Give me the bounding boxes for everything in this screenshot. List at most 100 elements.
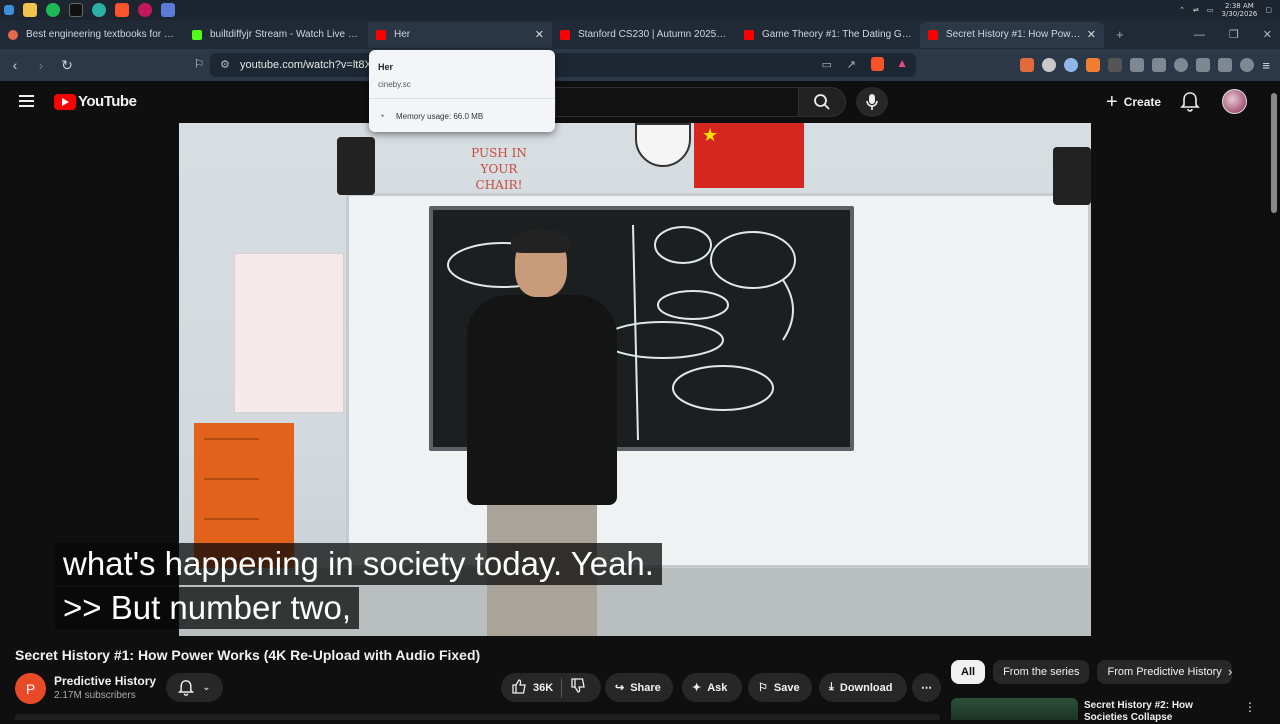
forward-icon[interactable]: › — [30, 57, 52, 73]
network-icon[interactable]: ⇌ — [1193, 6, 1199, 14]
search-button[interactable] — [798, 87, 846, 117]
clock-time: 2:38 AM — [1225, 2, 1254, 10]
spotify-icon[interactable] — [46, 3, 60, 17]
site-info-icon[interactable]: ⚙ — [220, 58, 230, 71]
screen-icon[interactable]: ▭ — [822, 58, 832, 71]
minimize-icon[interactable]: — — [1194, 29, 1205, 41]
close-tab-icon[interactable]: ✕ — [535, 28, 544, 41]
restore-icon[interactable]: ❐ — [1229, 28, 1239, 41]
dislike-button[interactable] — [570, 678, 586, 697]
leo-icon[interactable] — [1218, 58, 1233, 72]
search-input[interactable] — [555, 87, 798, 117]
channel-avatar[interactable]: P — [15, 673, 46, 704]
tab-favicon-icon — [8, 29, 18, 40]
download-button[interactable]: ⤓ Download — [819, 673, 907, 702]
music-icon[interactable] — [1174, 58, 1189, 72]
more-vertical-icon[interactable]: ⋮ — [1244, 700, 1256, 714]
channel-name[interactable]: Predictive History — [54, 674, 156, 688]
app-icon-3[interactable] — [161, 3, 175, 17]
bell-icon — [178, 679, 195, 696]
bookmark-icon[interactable]: ⚐ — [188, 57, 210, 71]
download-icon: ⤓ — [829, 681, 834, 693]
close-window-icon[interactable]: ✕ — [1263, 28, 1272, 41]
divider — [561, 677, 563, 698]
ask-button[interactable]: ✦ Ask — [682, 673, 742, 702]
extension-icon-5[interactable] — [1108, 58, 1123, 72]
chip-all[interactable]: All — [951, 660, 986, 684]
vpn-icon[interactable] — [1240, 58, 1255, 72]
more-actions-button[interactable]: ⋯ — [912, 673, 941, 702]
caption-line-1: what's happening in society today. Yeah. — [55, 543, 662, 585]
save-button[interactable]: ⚐ Save — [748, 673, 812, 702]
system-clock[interactable]: 2:38 AM 3/30/2026 — [1221, 2, 1257, 18]
voice-search-button[interactable] — [856, 87, 888, 117]
recommended-title[interactable]: Secret History #2: How Societies Collaps… — [1084, 700, 1224, 724]
sidebar-icon[interactable] — [1152, 58, 1167, 72]
notification-icon[interactable]: ▢ — [1265, 6, 1272, 14]
extension-icon-3[interactable] — [1064, 58, 1079, 72]
extension-icon-2[interactable] — [1042, 58, 1057, 72]
youtube-logo[interactable]: YouTube — [54, 93, 137, 110]
windows-start-icon[interactable] — [4, 5, 14, 15]
app-icon-2[interactable] — [138, 3, 152, 17]
system-tray: ⌃ ⇌ ▭ 2:38 AM 3/30/2026 ▢ — [1179, 0, 1272, 20]
tab-textbooks[interactable]: Best engineering textbooks for pract — [0, 22, 184, 48]
chevron-right-icon[interactable]: › — [1228, 664, 1232, 679]
user-avatar[interactable] — [1222, 89, 1247, 114]
brave-icon[interactable] — [115, 3, 129, 17]
share-button[interactable]: ↪ Share — [605, 673, 673, 702]
notifications-button[interactable] — [1180, 91, 1200, 118]
new-tab-icon[interactable]: + — [1116, 27, 1124, 42]
menu-icon[interactable]: ≡ — [1262, 58, 1270, 73]
like-count[interactable]: 36K — [533, 682, 553, 694]
app-icon[interactable] — [69, 3, 83, 17]
clock-date: 3/30/2026 — [1221, 10, 1258, 18]
tab-her[interactable]: Her ✕ — [368, 21, 552, 48]
share-label: Share — [630, 681, 661, 694]
video-captions: what's happening in society today. Yeah.… — [55, 543, 662, 629]
chip-from-channel[interactable]: From Predictive History — [1097, 660, 1232, 684]
file-explorer-icon[interactable] — [23, 3, 37, 17]
create-button[interactable]: + Create — [1098, 89, 1169, 115]
close-tab-icon[interactable]: ✕ — [1087, 28, 1096, 41]
youtube-header: YouTube + Create — [0, 81, 1280, 123]
reload-icon[interactable]: ↻ — [56, 57, 78, 74]
like-button[interactable] — [511, 678, 527, 697]
brave-shield-icon[interactable] — [871, 57, 884, 71]
thumbs-up-icon — [512, 679, 526, 694]
extensions-toolbar: ≡ — [1020, 49, 1270, 81]
extension-icon-1[interactable] — [1020, 58, 1035, 72]
share-page-icon[interactable]: ↗ — [847, 58, 856, 71]
caption-line-2: >> But number two, — [55, 587, 359, 629]
back-icon[interactable]: ‹ — [4, 57, 26, 73]
url-text: youtube.com/watch?v=lt8X — [240, 59, 372, 71]
bell-icon — [1180, 92, 1200, 112]
battery-icon[interactable]: ▭ — [1207, 6, 1214, 14]
wallet-icon[interactable] — [1196, 58, 1211, 72]
tab-secret-history[interactable]: Secret History #1: How Power Wo ✕ — [920, 21, 1104, 48]
video-player-container: ★ PUSH IN YOUR CHAIR! what's happening i… — [0, 123, 1268, 636]
rewards-icon[interactable]: ▲ — [896, 56, 908, 70]
recommended-thumbnail[interactable] — [951, 698, 1078, 720]
kick-favicon-icon — [192, 29, 202, 40]
os-taskbar: ⌃ ⇌ ▭ 2:38 AM 3/30/2026 ▢ — [0, 0, 1280, 20]
scrollbar-thumb[interactable] — [1271, 93, 1277, 213]
extension-icon-4[interactable] — [1086, 58, 1101, 72]
chip-from-series[interactable]: From the series — [993, 660, 1090, 684]
subscription-notifications-button[interactable]: ⌄ — [166, 673, 223, 702]
sparkle-icon: ✦ — [692, 682, 702, 694]
recommendation-chips: All From the series From Predictive Hist… — [951, 660, 1232, 684]
youtube-favicon-icon — [376, 29, 386, 40]
tab-strip: Best engineering textbooks for pract bui… — [0, 20, 1280, 49]
tab-stanford[interactable]: Stanford CS230 | Autumn 2025 | Lectu — [552, 22, 736, 48]
puzzle-icon[interactable] — [1130, 58, 1145, 72]
edge-icon[interactable] — [92, 3, 106, 17]
tab-game-theory[interactable]: Game Theory #1: The Dating Game - — [736, 22, 920, 48]
page-scrollbar[interactable] — [1268, 81, 1280, 720]
tab-kick-stream[interactable]: builtdiffyjr Stream - Watch Live on Ki — [184, 22, 368, 48]
address-row: ‹ › ↻ ⚐ ⚙ youtube.com/watch?v=lt8X ▭ ↗ ▲… — [0, 49, 1280, 81]
like-dislike-group: 36K — [501, 673, 601, 702]
hamburger-menu-icon[interactable] — [19, 95, 34, 107]
url-bar[interactable]: ⚙ youtube.com/watch?v=lt8X ▭ ↗ ▲ — [210, 53, 916, 77]
chevron-up-icon[interactable]: ⌃ — [1179, 6, 1185, 14]
